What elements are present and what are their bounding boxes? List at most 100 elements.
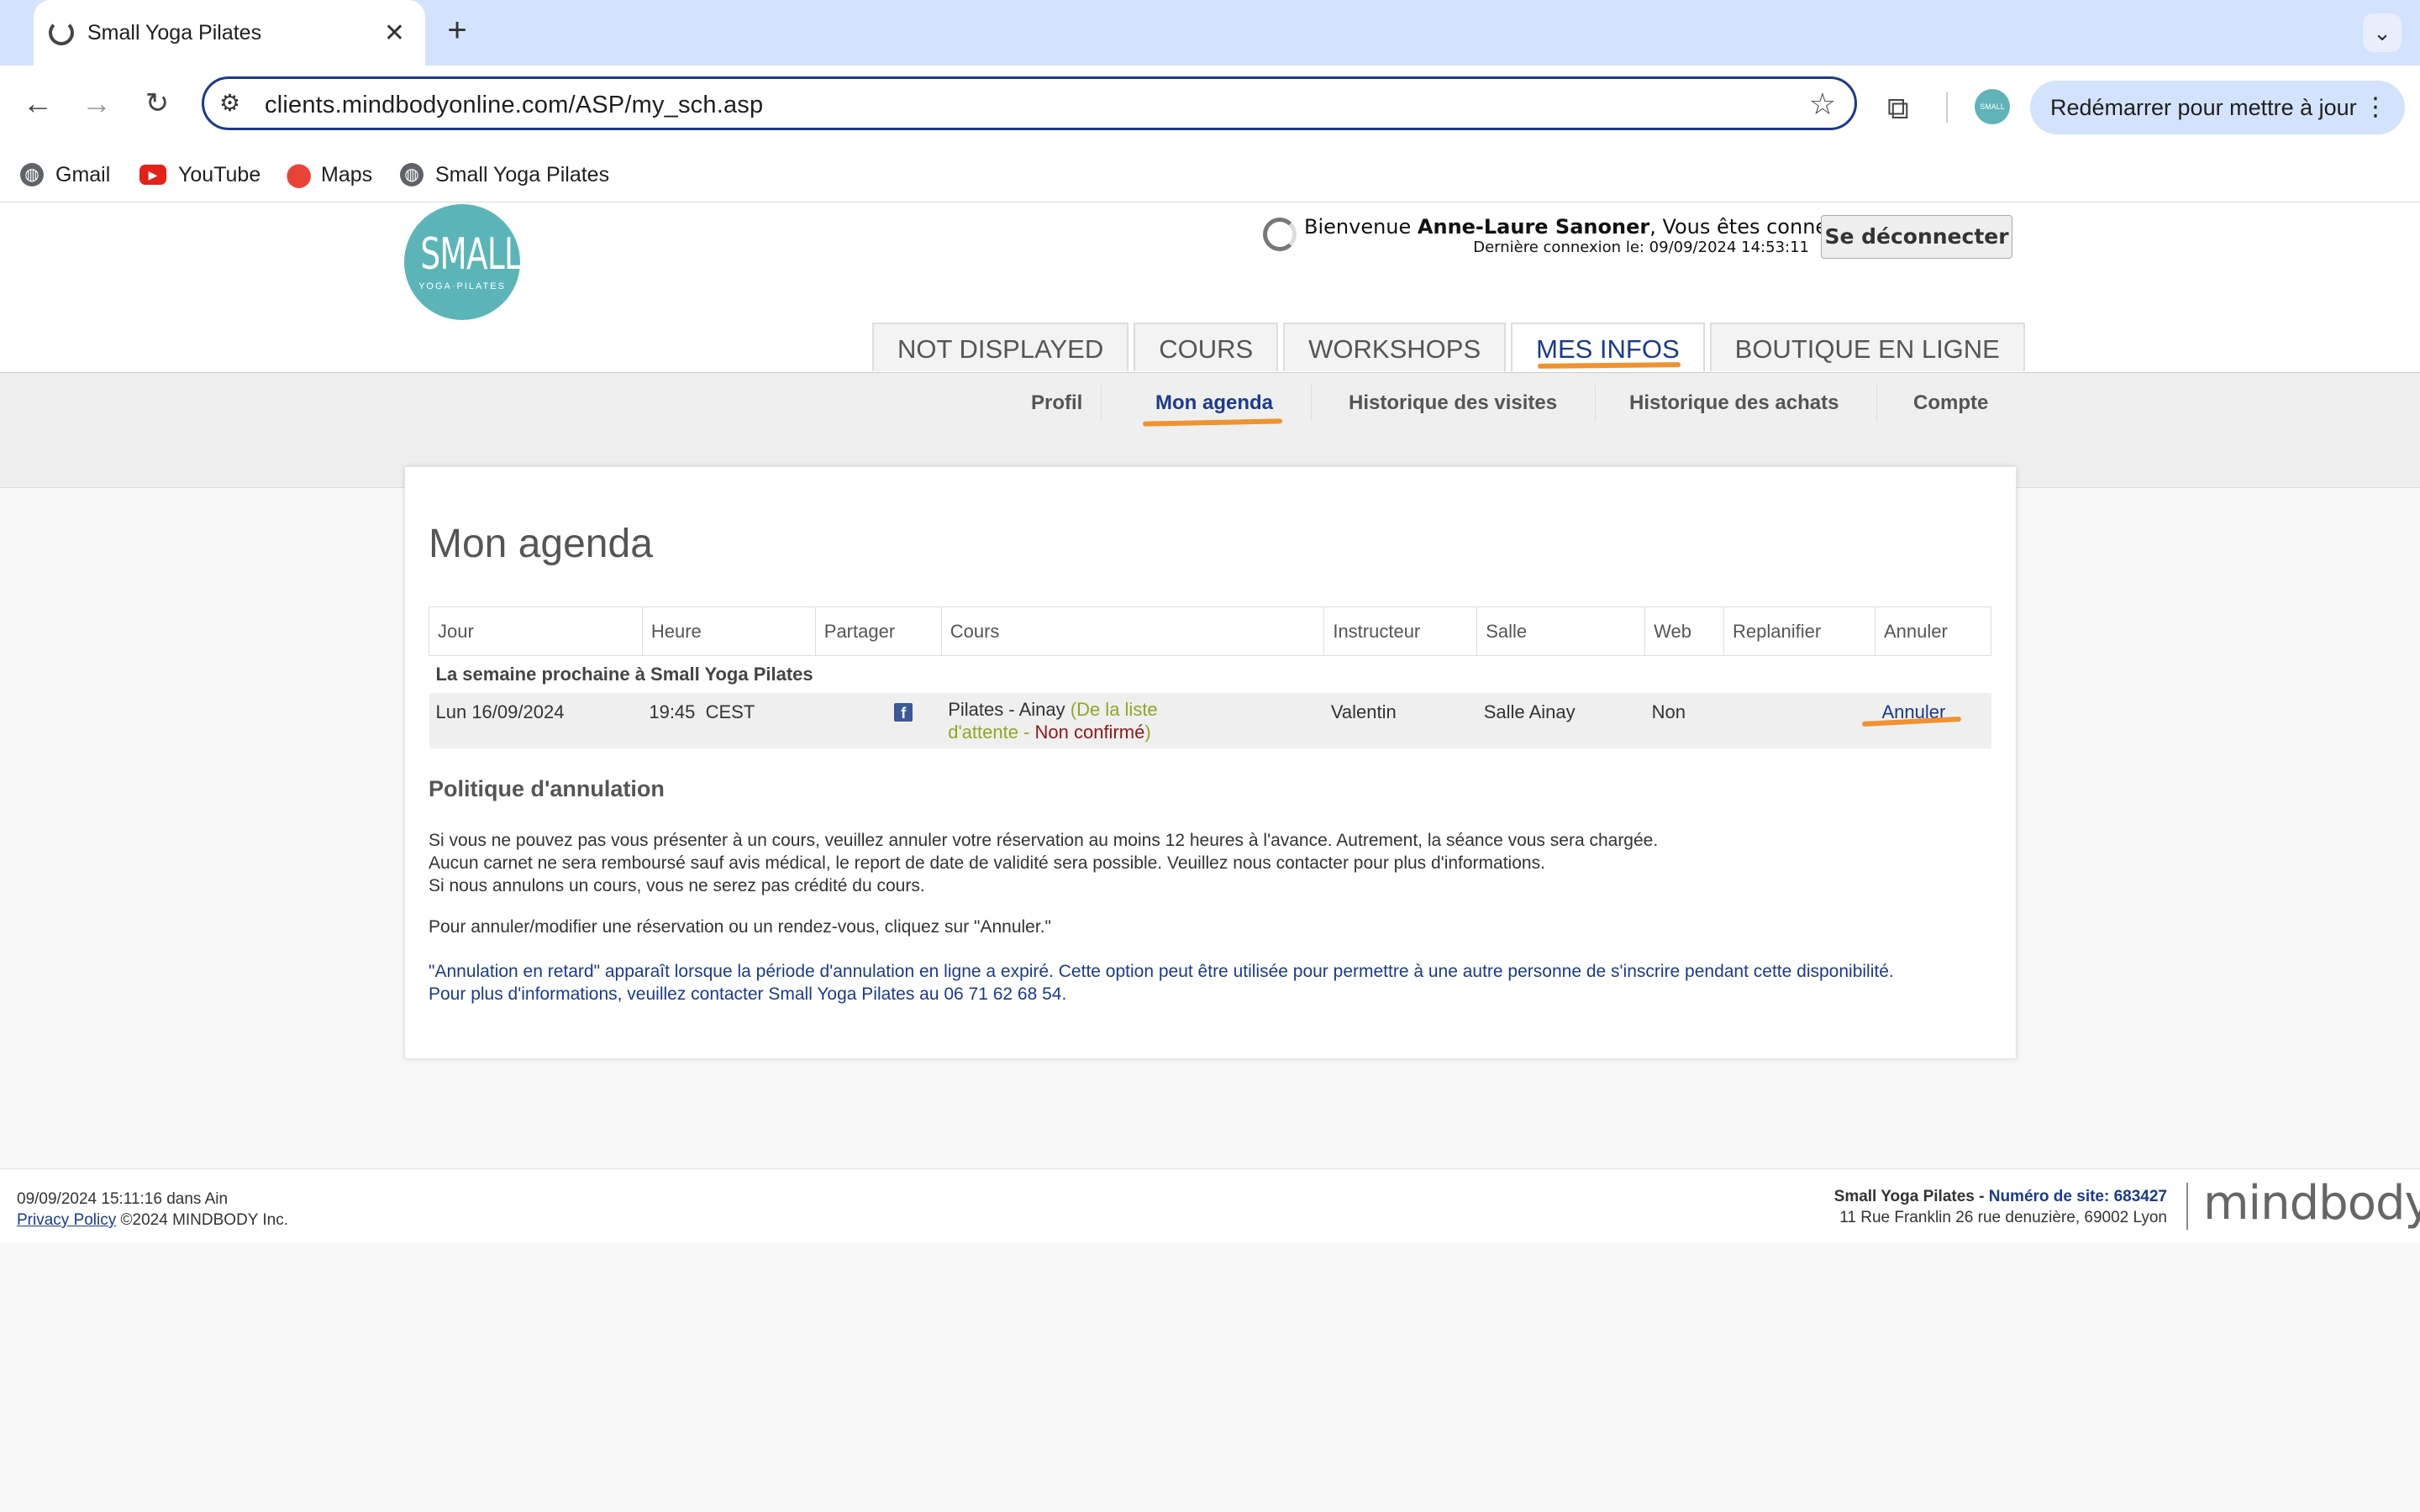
policy-line: Aucun carnet ne sera remboursé sauf avis… xyxy=(429,853,1545,873)
subtab-historique-achats[interactable]: Historique des achats xyxy=(1629,391,1839,415)
waitlist-note: d'attente - xyxy=(948,722,1035,743)
update-restart-label: Redémarrer pour mettre à jour xyxy=(2050,95,2357,120)
logout-button[interactable]: Se déconnecter xyxy=(1821,215,2012,259)
kebab-menu-icon[interactable]: ⋮ xyxy=(2363,81,2388,134)
tab-boutique-en-ligne[interactable]: BOUTIQUE EN LIGNE xyxy=(1709,323,2025,371)
cell-cours: Pilates - Ainay (De la liste d'attente -… xyxy=(941,693,1324,748)
footer-timestamp: 09/09/2024 15:11:16 dans Ain xyxy=(17,1190,229,1208)
welcome-message: Bienvenue Anne-Laure Sanoner, Vous êtes … xyxy=(1304,215,1887,239)
bookmark-label: YouTube xyxy=(178,162,261,186)
tab-title: Small Yoga Pilates xyxy=(87,20,262,45)
subnav-divider xyxy=(1101,385,1102,422)
subtab-profil[interactable]: Profil xyxy=(1031,391,1082,415)
tab-workshops[interactable]: WORKSHOPS xyxy=(1283,323,1507,371)
policy-title: Politique d'annulation xyxy=(429,776,665,801)
footer-studio: Small Yoga Pilates - Numéro de site: 683… xyxy=(1834,1186,2167,1207)
tab-search-chevron-icon[interactable]: ⌄ xyxy=(2363,13,2402,52)
cell-salle: Salle Ainay xyxy=(1476,693,1645,748)
policy-text: Si vous ne pouvez pas vous présenter à u… xyxy=(429,829,1658,897)
subtab-compte[interactable]: Compte xyxy=(1913,391,1988,415)
bookmark-star-icon[interactable]: ☆ xyxy=(1809,87,1836,122)
subnav-divider xyxy=(1595,385,1596,422)
late-cancel-note: "Annulation en retard" apparaît lorsque … xyxy=(429,960,1894,1005)
back-arrow-icon[interactable]: ← xyxy=(17,82,59,124)
globe-icon: ◍ xyxy=(400,163,424,186)
policy-line: Si nous annulons un cours, vous ne serez… xyxy=(429,876,925,895)
column-header: Salle xyxy=(1476,606,1646,656)
footer-legal: Privacy Policy ©2024 MINDBODY Inc. xyxy=(17,1210,288,1231)
bookmark-small-yoga-pilates[interactable]: ◍ Small Yoga Pilates xyxy=(400,158,609,192)
welcome-prefix: Bienvenue xyxy=(1304,215,1418,239)
table-header-row: Jour Heure Partager Cours Instructeur Sa… xyxy=(429,606,1992,656)
waitlist-note: ) xyxy=(1144,722,1151,743)
column-header: Cours xyxy=(940,606,1325,656)
column-header: Partager xyxy=(814,606,942,656)
tab-cours[interactable]: COURS xyxy=(1134,323,1279,371)
close-tab-icon[interactable]: ✕ xyxy=(384,18,405,48)
late-cancel-line: "Annulation en retard" apparaît lorsque … xyxy=(429,962,1894,981)
new-tab-icon[interactable]: + xyxy=(442,12,472,50)
copyright: ©2024 MINDBODY Inc. xyxy=(116,1211,289,1229)
footer-right: Small Yoga Pilates - Numéro de site: 683… xyxy=(1834,1186,2167,1228)
logo-subtext: YOGA·PILATES xyxy=(418,281,506,291)
browser-tab[interactable]: Small Yoga Pilates ✕ xyxy=(34,0,425,66)
subnav-divider xyxy=(1876,385,1877,422)
url-text[interactable]: clients.mindbodyonline.com/ASP/my_sch.as… xyxy=(265,92,763,119)
subnav-divider xyxy=(1311,385,1312,422)
browser-toolbar: ← → ↻ ⚙ clients.mindbodyonline.com/ASP/m… xyxy=(0,66,2420,148)
update-restart-button[interactable]: Redémarrer pour mettre à jour ⋮ xyxy=(2030,81,2405,134)
bookmark-label: Gmail xyxy=(55,162,111,186)
column-header: Web xyxy=(1644,606,1725,656)
cell-heure: 19:45 CEST xyxy=(642,693,816,748)
user-name: Anne-Laure Sanoner xyxy=(1417,215,1650,239)
cell-web: Non xyxy=(1644,693,1724,748)
maps-pin-icon: ⬤ xyxy=(286,161,313,187)
profile-avatar[interactable]: SMALL xyxy=(1975,89,2010,124)
loading-spinner-icon xyxy=(49,20,74,45)
globe-icon: ◍ xyxy=(20,163,44,186)
tab-not-displayed[interactable]: NOT DISPLAYED xyxy=(872,323,1129,371)
youtube-icon: ▶ xyxy=(139,165,166,185)
reload-icon[interactable]: ↻ xyxy=(136,82,178,124)
extensions-puzzle-icon[interactable]: ⧉ xyxy=(1887,91,1909,127)
contact-line: Pour plus d'informations, veuillez conta… xyxy=(429,984,1067,1004)
loading-spinner-icon xyxy=(1263,218,1297,251)
course-name: Pilates - Ainay xyxy=(948,699,1071,720)
main-nav-tabs: NOT DISPLAYED COURS WORKSHOPS MES INFOS … xyxy=(872,323,2030,371)
studio-logo[interactable]: SMALL YOGA·PILATES xyxy=(404,204,522,320)
last-login: Dernière connexion le: 09/09/2024 14:53:… xyxy=(1473,239,1809,256)
waitlist-note: (De la liste xyxy=(1070,699,1158,720)
site-settings-icon[interactable]: ⚙ xyxy=(219,89,240,117)
subtab-mon-agenda[interactable]: Mon agenda xyxy=(1155,391,1273,415)
studio-name: Small Yoga Pilates - xyxy=(1833,1188,1989,1205)
browser-tabstrip: Small Yoga Pilates ✕ + ⌄ xyxy=(0,0,2420,66)
address-bar[interactable]: ⚙ clients.mindbodyonline.com/ASP/my_sch.… xyxy=(202,76,1857,130)
forward-arrow-icon[interactable]: → xyxy=(76,82,118,124)
privacy-policy-link[interactable]: Privacy Policy xyxy=(17,1211,116,1229)
bookmark-maps[interactable]: ⬤ Maps xyxy=(286,158,372,192)
bookmark-youtube[interactable]: ▶ YouTube xyxy=(139,158,260,192)
group-label: La semaine prochaine à Small Yoga Pilate… xyxy=(429,655,1991,693)
policy-line: Si vous ne pouvez pas vous présenter à u… xyxy=(429,831,1659,850)
table-group-row: La semaine prochaine à Small Yoga Pilate… xyxy=(429,655,1991,693)
mindbody-logo[interactable]: mindbody xyxy=(2203,1176,2420,1231)
site-number: Numéro de site: 683427 xyxy=(1988,1188,2167,1205)
logo-text: SMALL xyxy=(420,229,522,280)
column-header: Replanifier xyxy=(1723,606,1876,656)
footer-divider xyxy=(2186,1183,2188,1230)
footer-left: 09/09/2024 15:11:16 dans Ain Privacy Pol… xyxy=(17,1189,288,1231)
subtab-historique-visites[interactable]: Historique des visites xyxy=(1349,391,1557,415)
cell-partager: f xyxy=(815,693,942,748)
policy-instructions: Pour annuler/modifier une réservation ou… xyxy=(429,917,1051,937)
toolbar-divider xyxy=(1946,92,1948,123)
bookmark-label: Small Yoga Pilates xyxy=(435,162,610,186)
bookmarks-bar: ◍ Gmail ▶ YouTube ⬤ Maps ◍ Small Yoga Pi… xyxy=(0,148,2420,202)
bookmark-gmail[interactable]: ◍ Gmail xyxy=(20,158,110,192)
bookmark-label: Maps xyxy=(321,162,373,186)
cell-replanifier xyxy=(1723,693,1876,748)
footer-address: 11 Rue Franklin 26 rue denuzière, 69002 … xyxy=(1839,1209,2167,1226)
schedule-table: Jour Heure Partager Cours Instructeur Sa… xyxy=(429,606,1992,748)
column-header: Jour xyxy=(429,606,643,656)
facebook-icon[interactable]: f xyxy=(894,703,913,722)
page-title: Mon agenda xyxy=(429,522,653,566)
